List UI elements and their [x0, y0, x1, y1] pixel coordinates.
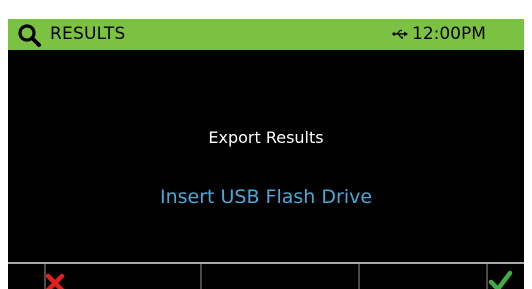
- dialog-message: Insert USB Flash Drive: [159, 186, 373, 208]
- usb-icon: [392, 29, 408, 39]
- search-icon[interactable]: [17, 23, 41, 47]
- clock-time: 12:00PM: [412, 24, 486, 44]
- checkmark-icon[interactable]: [488, 270, 512, 289]
- device-screen: RESULTS 12:00PM Export Results Insert US…: [8, 19, 524, 289]
- page-title: RESULTS: [50, 24, 126, 44]
- dialog-title: Export Results: [208, 128, 324, 147]
- softkey-divider: [200, 264, 202, 289]
- confirm-softkey[interactable]: [444, 264, 524, 289]
- close-icon[interactable]: [45, 273, 65, 289]
- softkey-bar: [8, 262, 524, 289]
- softkey-divider: [358, 264, 360, 289]
- cancel-softkey[interactable]: [8, 264, 88, 289]
- header-bar: RESULTS 12:00PM: [8, 19, 524, 50]
